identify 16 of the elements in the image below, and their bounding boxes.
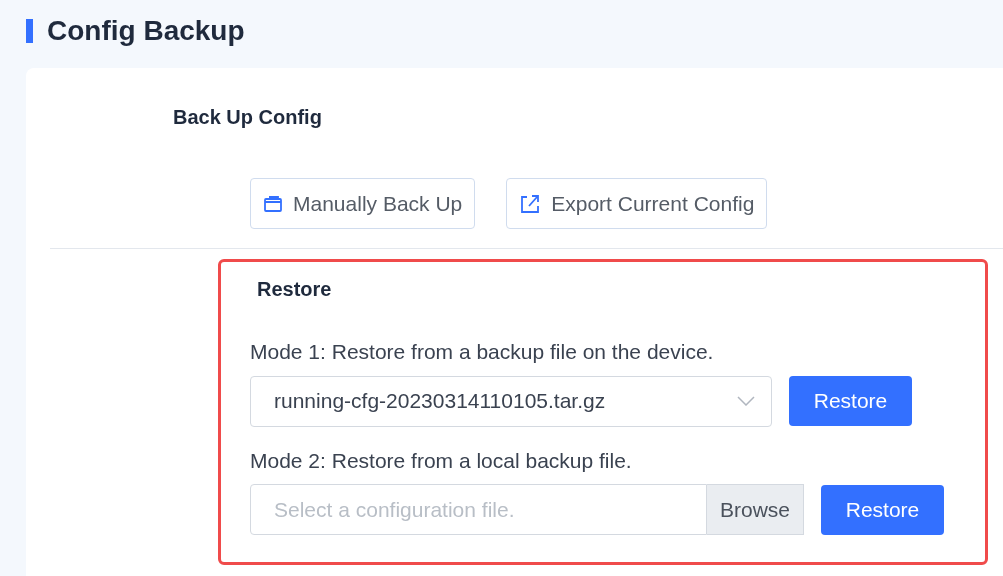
browse-button[interactable]: Browse: [707, 484, 804, 535]
file-select[interactable]: running-cfg-20230314110105.tar.gz: [250, 375, 772, 427]
accent-bar: [26, 19, 33, 43]
section-heading: Back Up Config: [173, 106, 322, 128]
section-heading: Restore: [257, 278, 332, 300]
restore-button[interactable]: Restore: [821, 484, 944, 535]
mode-label: Mode 2: Restore from a local backup file.: [250, 448, 632, 472]
file-path-field[interactable]: Select a configuration file.: [250, 484, 707, 535]
export-icon: [519, 192, 542, 215]
action-button[interactable]: Export Current Config: [506, 178, 768, 229]
page-title: Config Backup: [47, 14, 245, 48]
restore-button[interactable]: Restore: [789, 376, 912, 426]
chevron-down-icon: [737, 396, 755, 406]
mode-label: Mode 1: Restore from a backup file on the device.: [250, 340, 714, 363]
action-button[interactable]: Manually Back Up: [250, 178, 476, 229]
folder-icon: [263, 193, 283, 214]
